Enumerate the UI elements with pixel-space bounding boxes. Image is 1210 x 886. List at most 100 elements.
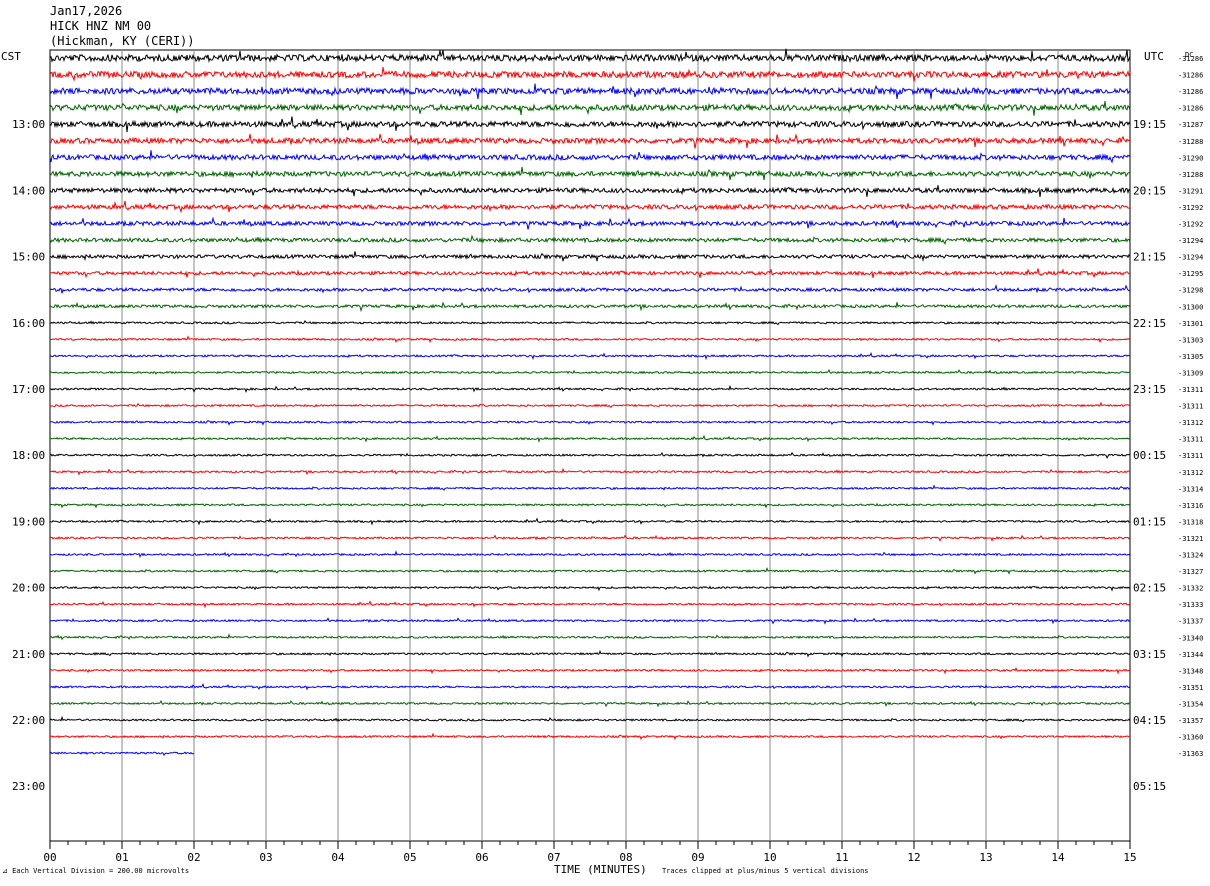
- clip-note: Traces clipped at plus/minus 5 vertical …: [662, 867, 869, 875]
- seismic-trace: [49, 133, 1131, 149]
- hour-label-left: 21:00: [12, 648, 45, 661]
- seismic-trace: [49, 649, 1131, 658]
- x-tick-label: 06: [475, 851, 488, 864]
- dc-offset-label: -31312: [1178, 469, 1203, 477]
- dc-offset-label: -31301: [1178, 320, 1203, 328]
- hour-label-left: 18:00: [12, 449, 45, 462]
- seismic-trace: [50, 351, 1131, 361]
- seismic-trace: [49, 682, 1131, 691]
- dc-offset-label: -31354: [1178, 700, 1203, 708]
- hour-label-left: 14:00: [12, 184, 45, 197]
- dc-offset-label: -31311: [1178, 436, 1203, 444]
- seismic-trace: [49, 268, 1131, 279]
- hour-label-right: 21:15: [1133, 251, 1166, 264]
- dc-offset-label: -31292: [1178, 221, 1203, 229]
- seismic-trace: [49, 451, 1131, 459]
- hour-label-left: 17:00: [12, 383, 45, 396]
- x-tick-label: 11: [835, 851, 848, 864]
- dc-offset-label: -31300: [1178, 303, 1203, 311]
- dc-offset-label: -31294: [1178, 254, 1203, 262]
- x-tick-label: 13: [979, 851, 992, 864]
- hour-label-right: 04:15: [1133, 714, 1166, 727]
- x-tick-label: 05: [403, 851, 416, 864]
- hour-label-left: 19:00: [12, 515, 45, 528]
- seismic-trace: [49, 633, 1131, 641]
- seismic-trace: [49, 699, 1131, 708]
- seismic-trace: [49, 566, 1131, 575]
- dc-offset-label: -31360: [1178, 734, 1203, 742]
- dc-offset-label: -31333: [1178, 601, 1203, 609]
- seismic-trace: [49, 83, 1131, 100]
- seismic-trace: [49, 534, 1131, 542]
- seismic-trace: [49, 401, 1131, 409]
- hour-label-right: 22:15: [1133, 317, 1166, 330]
- hour-label-left: 20:00: [12, 582, 45, 595]
- dc-offset-label: -31348: [1178, 667, 1203, 675]
- seismic-trace: [49, 617, 1131, 625]
- dc-offset-label: -31291: [1178, 187, 1203, 195]
- dc-offset-label: -31298: [1178, 287, 1203, 295]
- dc-offset-label: -31311: [1178, 386, 1203, 394]
- seismic-trace: [49, 216, 1131, 230]
- dc-offset-label: -31290: [1178, 154, 1203, 162]
- dc-offset-label: -31303: [1178, 336, 1203, 344]
- dc-offset-label: -31311: [1178, 403, 1203, 411]
- dc-offset-label: -31286: [1178, 105, 1203, 113]
- seismic-trace: [49, 467, 1131, 476]
- x-tick-label: 00: [43, 851, 56, 864]
- x-tick-label: 09: [691, 851, 704, 864]
- seismic-trace: [49, 335, 1131, 344]
- seismic-trace: [49, 150, 1131, 164]
- seismic-trace: [49, 368, 1131, 375]
- hour-label-right: 19:15: [1133, 118, 1166, 131]
- hour-label-left: 23:00: [12, 780, 45, 793]
- dc-offset-label: -31286: [1178, 55, 1203, 63]
- hour-label-right: 20:15: [1133, 184, 1166, 197]
- x-axis-title: TIME (MINUTES): [554, 863, 647, 876]
- dc-offset-label: -31316: [1178, 502, 1203, 510]
- seismic-trace: [49, 715, 1131, 723]
- seismic-trace: [49, 166, 1131, 181]
- dc-offset-label: -31344: [1178, 651, 1203, 659]
- seismic-trace: [49, 301, 1131, 313]
- seismic-trace: [49, 101, 1131, 116]
- x-tick-label: 02: [187, 851, 200, 864]
- hour-label-right: 05:15: [1133, 780, 1166, 793]
- seismic-trace: [49, 434, 1131, 443]
- seismic-trace: [49, 251, 1131, 262]
- dc-offset-label: -31295: [1178, 270, 1203, 278]
- dc-offset-label: -31324: [1178, 552, 1203, 560]
- dc-offset-label: -31294: [1178, 237, 1203, 245]
- seismic-trace: [49, 200, 1131, 214]
- seismic-trace: [49, 484, 1131, 491]
- hour-label-right: 02:15: [1133, 582, 1166, 595]
- dc-offset-label: -31337: [1178, 618, 1203, 626]
- seismic-trace: [49, 185, 1131, 197]
- x-tick-label: 04: [331, 851, 345, 864]
- dc-offset-label: -31305: [1178, 353, 1203, 361]
- dc-offset-label: -31363: [1178, 750, 1203, 758]
- plot-frame: [49, 49, 1131, 842]
- seismic-trace: [49, 319, 1131, 326]
- dc-offset-label: -31327: [1178, 568, 1203, 576]
- seismic-trace: [49, 732, 1130, 741]
- dc-offset-label: -31314: [1178, 485, 1203, 493]
- dc-offset-label: -31286: [1178, 72, 1203, 80]
- hour-label-left: 15:00: [12, 251, 45, 264]
- dc-offset-label: -31332: [1178, 585, 1203, 593]
- dc-offset-label: -31312: [1178, 419, 1203, 427]
- hour-label-right: 03:15: [1133, 648, 1166, 661]
- dc-offset-label: -31288: [1178, 138, 1203, 146]
- dc-offset-label: -31309: [1178, 369, 1203, 377]
- hour-label-left: 16:00: [12, 317, 45, 330]
- dc-offset-label: -31351: [1178, 684, 1203, 692]
- seismic-trace: [49, 284, 1131, 294]
- dc-offset-label: -31311: [1178, 452, 1203, 460]
- dc-offset-label: -31321: [1178, 535, 1203, 543]
- seismogram-plot: 00 01 02 03 04 05 06 07 08 09 10 11 12 13 14 15-31286-3…: [12, 48, 1203, 864]
- seismic-trace: [49, 234, 1131, 245]
- x-tick-label: 03: [259, 851, 272, 864]
- seismic-trace: [49, 585, 1131, 592]
- dc-offset-label: -31318: [1178, 518, 1203, 526]
- hour-label-right: 01:15: [1133, 515, 1166, 528]
